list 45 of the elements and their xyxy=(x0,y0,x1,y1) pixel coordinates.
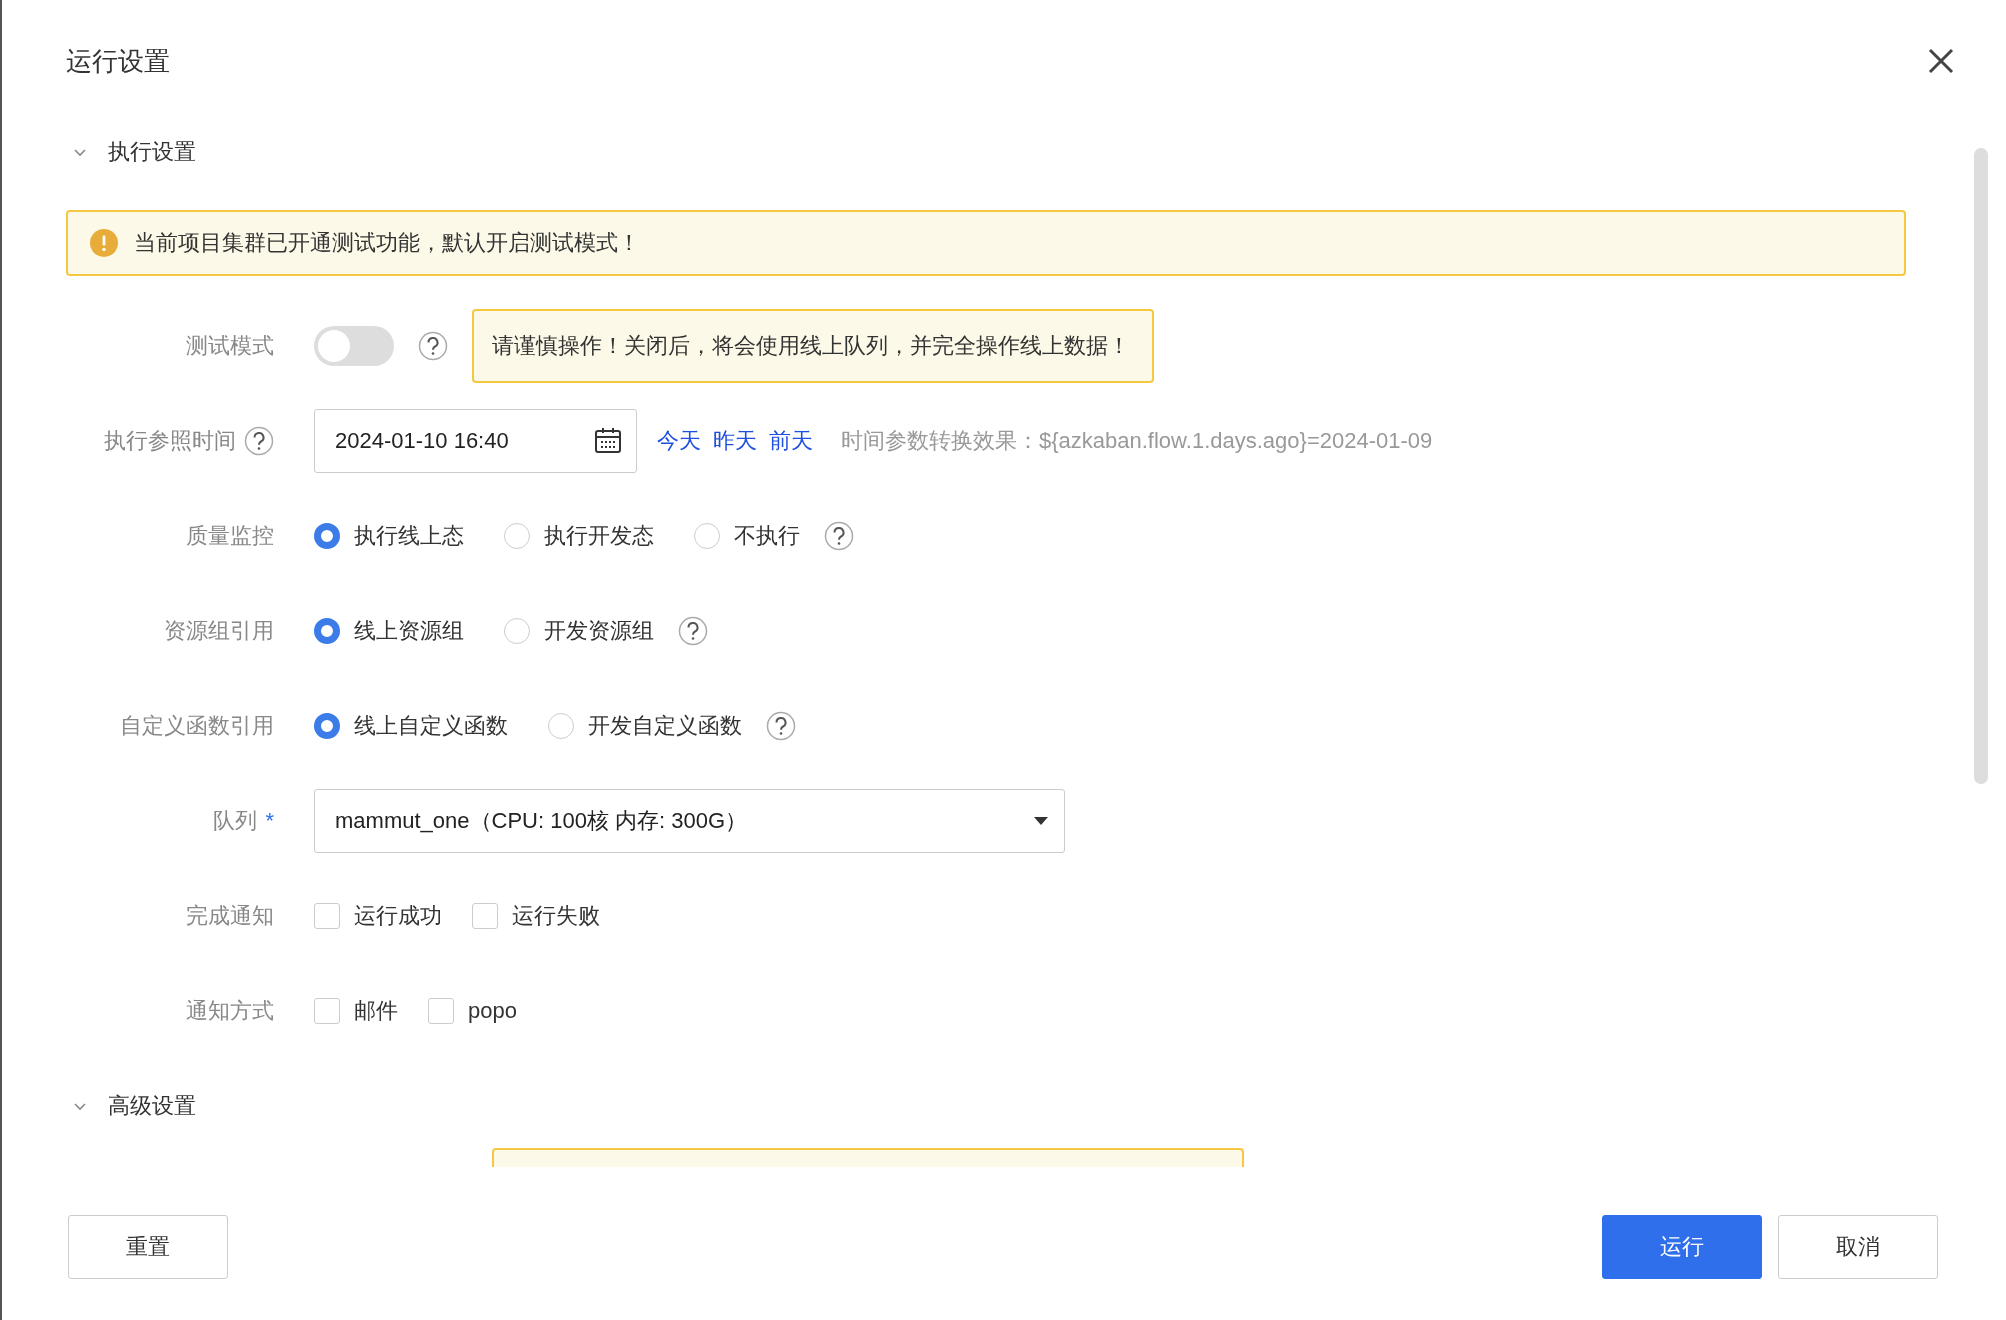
help-icon[interactable] xyxy=(766,710,796,741)
radio-option[interactable]: 开发资源组 xyxy=(504,615,654,646)
field-label: 通知方式 xyxy=(186,996,274,1025)
field-label: 资源组引用 xyxy=(164,616,274,645)
calendar-icon xyxy=(594,426,622,455)
date-time-field[interactable]: 2024-01-10 16:40 xyxy=(314,408,637,473)
run-button[interactable]: 运行 xyxy=(1602,1215,1762,1279)
radio-option[interactable]: 线上自定义函数 xyxy=(314,710,508,741)
radio-option[interactable]: 不执行 xyxy=(694,520,800,551)
caret-icon xyxy=(1034,816,1048,825)
radio-option[interactable]: 线上资源组 xyxy=(314,615,464,646)
cancel-button[interactable]: 取消 xyxy=(1778,1215,1938,1279)
field-label: 完成通知 xyxy=(186,901,274,930)
field-label: 自定义函数引用 xyxy=(120,711,274,740)
queue-dropdown[interactable]: mammut_one（CPU: 100核 内存: 300G） xyxy=(314,788,1065,853)
radio-option[interactable]: 执行线上态 xyxy=(314,520,464,551)
dialog-title: 运行设置 xyxy=(66,44,170,78)
field-label: 队列 xyxy=(213,806,258,835)
close-icon[interactable] xyxy=(1926,46,1956,76)
radio-option[interactable]: 执行开发态 xyxy=(504,520,654,551)
date-shortcut-link[interactable]: 昨天 xyxy=(713,425,757,456)
scrollbar[interactable] xyxy=(1974,148,1988,784)
help-icon[interactable] xyxy=(678,615,708,646)
radio-option[interactable]: 开发自定义函数 xyxy=(548,710,742,741)
warning-message: 请谨慎操作！关闭后，将会使用线上队列，并完全操作线上数据！ xyxy=(472,308,1154,383)
checkbox-option[interactable]: popo xyxy=(428,997,517,1024)
field-label: 执行参照时间 xyxy=(104,426,236,455)
field-label: 质量监控 xyxy=(186,521,274,550)
help-icon[interactable] xyxy=(824,520,854,551)
toggle-switch[interactable] xyxy=(314,325,394,366)
help-icon[interactable] xyxy=(244,425,274,456)
reset-button[interactable]: 重置 xyxy=(68,1215,228,1279)
alert-text: 当前项目集群已开通测试功能，默认开启测试模式！ xyxy=(134,229,640,257)
help-icon[interactable] xyxy=(418,330,448,361)
date-shortcut-link[interactable]: 今天 xyxy=(657,425,701,456)
date-shortcut-link[interactable]: 前天 xyxy=(769,425,813,456)
hint-text: 时间参数转换效果：${azkaban.flow.1.days.ago}=2024-01-09 xyxy=(841,426,1433,455)
required-mark: * xyxy=(265,807,274,834)
checkbox-option[interactable]: 运行成功 xyxy=(314,900,442,931)
checkbox-option[interactable]: 邮件 xyxy=(314,995,398,1026)
field-label: 测试模式 xyxy=(186,331,274,360)
section-title[interactable]: 高级设置 xyxy=(108,1091,196,1121)
checkbox-option[interactable]: 运行失败 xyxy=(472,900,600,931)
warning-icon xyxy=(90,229,118,257)
section-title[interactable]: 执行设置 xyxy=(108,137,196,167)
